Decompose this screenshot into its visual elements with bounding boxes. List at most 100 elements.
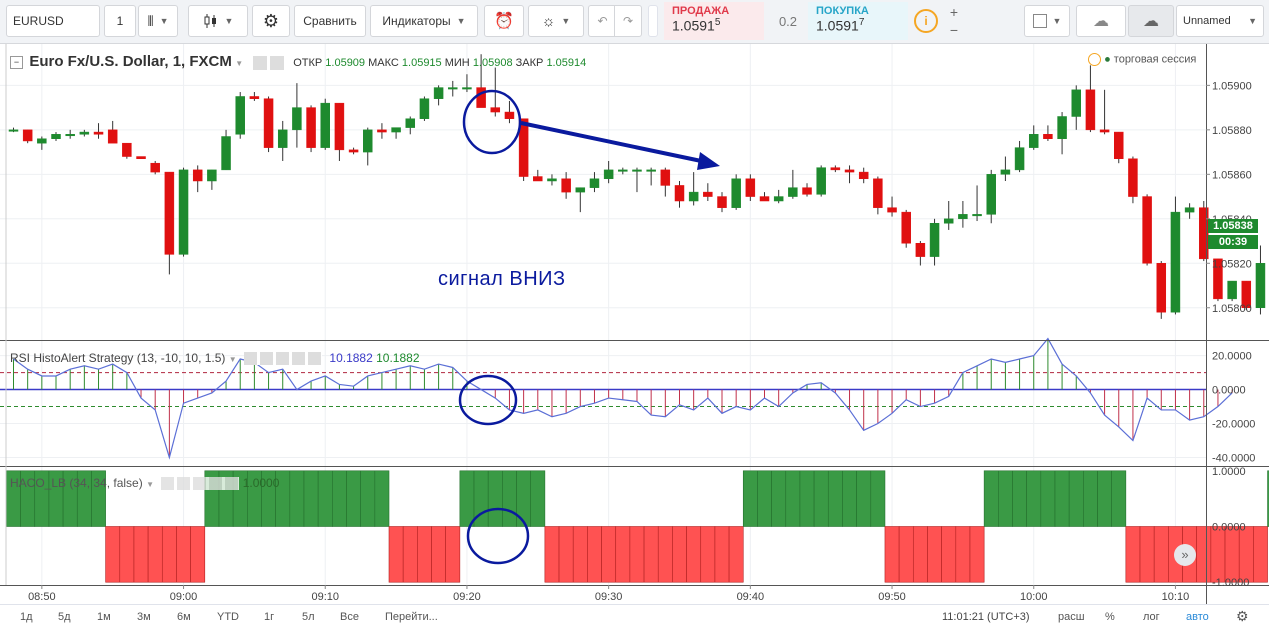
candle-body xyxy=(363,129,373,153)
rsi-title[interactable]: RSI HistoAlert Strategy (13, -10, 10, 1.… xyxy=(10,351,225,365)
range-1m[interactable]: 1м xyxy=(97,611,111,623)
compare-button[interactable]: Сравнить xyxy=(294,5,366,37)
candle-body xyxy=(263,98,274,148)
signal-arrow-head xyxy=(697,152,720,170)
option-extended[interactable]: расш xyxy=(1058,611,1085,623)
haco-bar xyxy=(700,526,716,583)
scroll-to-realtime-button[interactable]: » xyxy=(1174,544,1196,566)
redo-button[interactable]: ↷ xyxy=(614,5,642,37)
range-5d[interactable]: 5д xyxy=(58,611,71,623)
ohlc-open-value: 1.05909 xyxy=(325,57,366,69)
buy-box[interactable]: ПОКУПКА 1.05917 xyxy=(808,2,908,40)
candle-body xyxy=(929,222,940,257)
rsi-tool-icons[interactable] xyxy=(244,352,323,366)
haco-bar xyxy=(1040,470,1056,527)
range-ytd[interactable]: YTD xyxy=(217,611,239,623)
collapse-icon[interactable]: − xyxy=(10,56,23,70)
minus-icon[interactable]: − xyxy=(944,22,964,38)
undo-icon: ↶ xyxy=(597,14,608,28)
haco-bar xyxy=(587,526,602,583)
cloud-download-button[interactable]: ☁ xyxy=(1076,5,1126,37)
eye-icon[interactable] xyxy=(252,55,267,70)
haco-bar xyxy=(445,526,461,583)
lightbulb-icon: ☼ xyxy=(541,12,556,30)
haco-bar xyxy=(289,470,305,527)
symbol-title[interactable]: Euro Fx/U.S. Dollar, 1, FXCM xyxy=(29,53,232,70)
candle-body xyxy=(235,96,245,135)
undo-button[interactable]: ↶ xyxy=(588,5,616,37)
sell-box[interactable]: ПРОДАЖА 1.05915 xyxy=(664,2,764,40)
haco-bar xyxy=(530,470,546,527)
signal-circle-rsi xyxy=(458,374,518,426)
ohlc-close-value: 1.05914 xyxy=(546,57,587,69)
option-percent[interactable]: % xyxy=(1105,611,1115,623)
chevron-down-icon: ▼ xyxy=(561,16,571,26)
candle-body xyxy=(433,87,444,99)
candle-body xyxy=(688,191,699,202)
haco-bar xyxy=(459,470,475,527)
candle-body xyxy=(277,129,288,148)
chevron-down-icon: ▼ xyxy=(1052,16,1062,26)
gear-icon[interactable]: ⚙ xyxy=(1236,608,1249,625)
haco-tool-icons[interactable] xyxy=(161,477,240,491)
range-all[interactable]: Все xyxy=(340,611,359,623)
haco-bar xyxy=(742,470,758,527)
chart-area[interactable]: 08:50 09:00 09:10 09:20 09:30 09:40 09:50 10:00… xyxy=(0,44,1269,604)
ohlc-close-label: ЗАКР xyxy=(515,57,544,69)
haco-bar xyxy=(1083,470,1098,527)
candle-body xyxy=(575,187,586,193)
haco-bar xyxy=(955,526,971,583)
chevron-down-icon[interactable]: ▼ xyxy=(229,355,237,364)
color-theme-dropdown[interactable]: ▼ xyxy=(1024,5,1070,37)
chart-type-dropdown[interactable]: ⦀ ▼ xyxy=(138,5,178,37)
candle-body xyxy=(717,196,727,208)
option-auto[interactable]: авто xyxy=(1186,611,1209,623)
candle-body xyxy=(107,129,118,144)
haco-bar xyxy=(1125,526,1141,583)
buy-label: ПОКУПКА xyxy=(816,5,869,17)
haco-title[interactable]: HACO_LB (34, 34, false) xyxy=(10,476,143,490)
layout-dropdown[interactable]: Unnamed ▼ xyxy=(1176,5,1264,37)
plus-icon[interactable]: + xyxy=(944,4,964,20)
settings-button[interactable]: ⚙ xyxy=(252,5,290,37)
range-1y[interactable]: 1г xyxy=(264,611,274,623)
candle-body xyxy=(745,178,756,197)
info-icon[interactable]: i xyxy=(914,9,938,33)
candle-body xyxy=(150,162,160,173)
range-6m[interactable]: 6м xyxy=(177,611,191,623)
range-3m[interactable]: 3м xyxy=(137,611,151,623)
cloud-upload-button[interactable]: ☁ xyxy=(1128,5,1174,37)
hints-dropdown[interactable]: ☼ ▼ xyxy=(528,5,584,37)
candle-body xyxy=(561,178,571,193)
compare-label: Сравнить xyxy=(303,14,357,28)
panel-grip xyxy=(648,5,658,37)
interval-select[interactable]: 1 xyxy=(104,5,136,37)
option-log[interactable]: лог xyxy=(1143,611,1160,623)
candle-body xyxy=(348,149,359,153)
range-5y[interactable]: 5л xyxy=(302,611,315,623)
candle-body xyxy=(632,169,642,172)
haco-bar xyxy=(657,526,673,583)
haco-bar xyxy=(912,526,928,583)
symbol-input[interactable]: EURUSD xyxy=(6,5,100,37)
rsi-tick-label: 20.0000 xyxy=(1212,351,1252,363)
candle-body xyxy=(93,131,104,135)
alert-button[interactable]: ⏰ xyxy=(484,5,524,37)
range-1d[interactable]: 1д xyxy=(20,611,33,623)
candle-style-dropdown[interactable]: ▼ xyxy=(188,5,248,37)
chart-svg[interactable]: 08:50 09:00 09:10 09:20 09:30 09:40 09:50 10:00… xyxy=(0,44,1269,604)
candle-body xyxy=(674,185,685,202)
candle-body xyxy=(1255,263,1266,309)
rsi-value-1: 10.1882 xyxy=(329,351,373,365)
haco-bar xyxy=(686,526,702,583)
indicators-button[interactable]: Индикаторы ▼ xyxy=(370,5,478,37)
clock-icon xyxy=(1088,53,1101,66)
clock[interactable]: 11:01:21 (UTC+3) xyxy=(942,611,1030,623)
chevron-down-icon[interactable]: ▼ xyxy=(235,59,243,68)
candle-body xyxy=(1099,129,1110,133)
goto-date[interactable]: Перейти... xyxy=(385,611,438,623)
interval-value: 1 xyxy=(116,14,124,28)
haco-bar xyxy=(1153,526,1169,583)
chevron-down-icon[interactable]: ▼ xyxy=(146,480,154,489)
settings-icon[interactable] xyxy=(269,55,284,70)
